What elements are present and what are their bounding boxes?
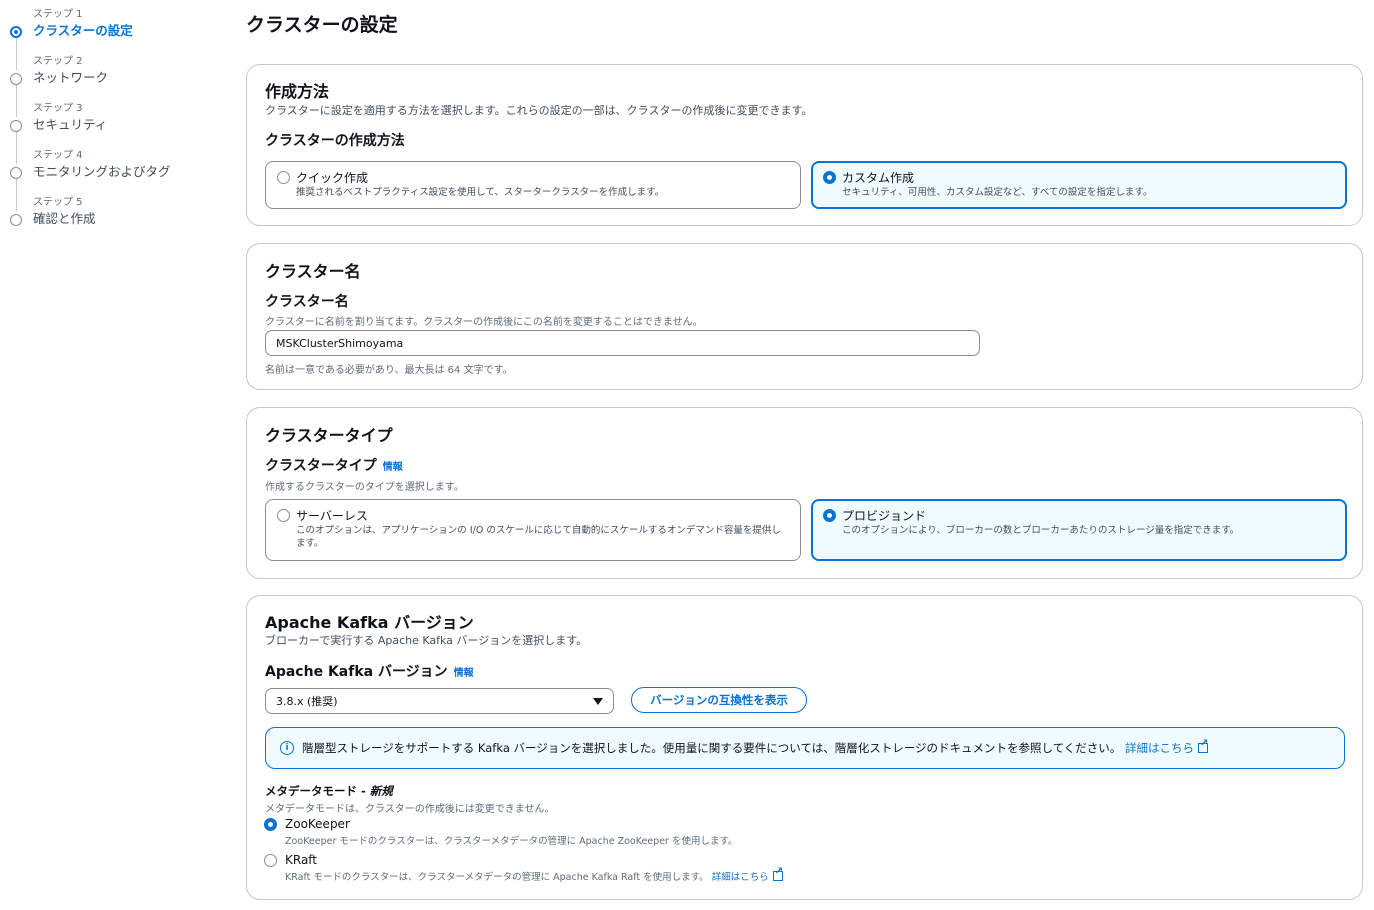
cluster-name-panel: クラスター名 クラスター名 クラスターに名前を割り当てます。クラスターの作成後に…: [246, 243, 1363, 390]
step-number: ステップ 4: [33, 150, 83, 161]
step-number: ステップ 3: [33, 103, 83, 114]
step-pending-icon: [10, 73, 22, 85]
metadata-mode-label: メタデータモード - 新規: [265, 783, 393, 799]
option-description: セキュリティ、可用性、カスタム設定など、すべての設定を指定します。: [842, 187, 1153, 198]
option-title: KRaft: [285, 853, 318, 867]
step-pending-icon: [10, 214, 22, 226]
field-label: クラスタータイプ 情報: [265, 455, 403, 475]
step-title: ネットワーク: [33, 70, 109, 85]
alert-text: 階層型ストレージをサポートする Kafka バージョンを選択しました。使用量に関…: [302, 741, 1122, 755]
option-title: クイック作成: [296, 171, 369, 185]
step-pending-icon: [10, 167, 22, 179]
option-description: 推奨されるベストプラクティス設定を使用して、スタータークラスターを作成します。: [296, 187, 665, 198]
step-number: ステップ 5: [33, 197, 83, 208]
step-review-create[interactable]: ステップ 5 確認と作成: [0, 193, 220, 233]
select-value: 3.8.x (推奨): [276, 695, 338, 708]
panel-description: ブローカーで実行する Apache Kafka バージョンを選択します。: [265, 634, 588, 647]
step-title: モニタリングおよびタグ: [33, 164, 171, 179]
step-current-icon: [10, 26, 22, 38]
field-label-text: クラスタータイプ: [265, 458, 377, 474]
panel-header: クラスター名: [265, 262, 361, 281]
option-title: カスタム作成: [842, 171, 915, 185]
radio-icon[interactable]: [264, 854, 277, 867]
field-description: クラスターに名前を割り当てます。クラスターの作成後にこの名前を変更することはでき…: [265, 317, 703, 328]
option-title: ZooKeeper: [285, 817, 350, 831]
alert-message: 階層型ストレージをサポートする Kafka バージョンを選択しました。使用量に関…: [302, 738, 1208, 756]
radio-icon[interactable]: [277, 171, 290, 184]
provisioned-option[interactable]: プロビジョンド このオプションにより、ブローカーの数とブローカーあたりのストレー…: [811, 499, 1347, 561]
step-cluster-settings[interactable]: ステップ 1 クラスターの設定: [0, 5, 220, 45]
custom-create-option[interactable]: カスタム作成 セキュリティ、可用性、カスタム設定など、すべての設定を指定します。: [811, 161, 1347, 209]
field-label: クラスターの作成方法: [265, 133, 405, 149]
view-compatibility-button[interactable]: バージョンの互換性を表示: [631, 687, 807, 713]
metadata-label-text: メタデータモード -: [265, 784, 370, 798]
caret-down-icon: [593, 698, 603, 705]
radio-icon[interactable]: [277, 509, 290, 522]
option-description: このオプションにより、ブローカーの数とブローカーあたりのストレージ量を指定できま…: [842, 525, 1240, 536]
kafka-version-select[interactable]: 3.8.x (推奨): [265, 688, 614, 714]
creation-method-panel: 作成方法 クラスターに設定を適用する方法を選択します。これらの設定の一部は、クラ…: [246, 64, 1363, 226]
new-badge: 新規: [369, 784, 393, 798]
radio-selected-icon[interactable]: [823, 171, 836, 184]
step-monitoring-tags[interactable]: ステップ 4 モニタリングおよびタグ: [0, 146, 220, 186]
tiered-storage-alert: i 階層型ストレージをサポートする Kafka バージョンを選択しました。使用量…: [265, 727, 1345, 769]
step-network[interactable]: ステップ 2 ネットワーク: [0, 52, 220, 92]
step-title: セキュリティ: [33, 117, 108, 132]
field-description: 作成するクラスターのタイプを選択します。: [265, 482, 464, 493]
field-constraint: 名前は一意である必要があり、最大長は 64 文字です。: [265, 365, 513, 376]
field-label: Apache Kafka バージョン 情報: [265, 661, 474, 681]
option-description-text: KRaft モードのクラスターは、クラスターメタデータの管理に Apache K…: [285, 872, 709, 883]
step-security[interactable]: ステップ 3 セキュリティ: [0, 99, 220, 139]
step-number: ステップ 1: [33, 9, 83, 20]
step-pending-icon: [10, 120, 22, 132]
page-title: クラスターの設定: [246, 14, 398, 36]
option-title: サーバーレス: [296, 509, 368, 523]
panel-description: クラスターに設定を適用する方法を選択します。これらの設定の一部は、クラスターの作…: [265, 104, 813, 117]
step-title: 確認と作成: [33, 211, 96, 226]
panel-header: クラスタータイプ: [265, 426, 393, 445]
field-label-text: Apache Kafka バージョン: [265, 664, 448, 680]
info-link[interactable]: 情報: [383, 462, 403, 473]
info-link[interactable]: 情報: [454, 668, 474, 679]
option-description: ZooKeeper モードのクラスターは、クラスターメタデータの管理に Apac…: [285, 836, 738, 847]
cluster-type-panel: クラスタータイプ クラスタータイプ 情報 作成するクラスターのタイプを選択します。…: [246, 407, 1363, 579]
external-link-icon: [1197, 738, 1208, 753]
learn-more-link[interactable]: 詳細はこちら: [712, 872, 769, 883]
option-description: このオプションは、アプリケーションの I/O のスケールに応じて自動的にスケール…: [296, 525, 781, 549]
serverless-option[interactable]: サーバーレス このオプションは、アプリケーションの I/O のスケールに応じて自…: [265, 499, 801, 561]
kafka-version-panel: Apache Kafka バージョン ブローカーで実行する Apache Kaf…: [246, 595, 1363, 900]
radio-selected-icon[interactable]: [823, 509, 836, 522]
panel-header: 作成方法: [265, 82, 330, 101]
metadata-mode-description: メタデータモードは、クラスターの作成後には変更できません。: [265, 804, 555, 815]
step-number: ステップ 2: [33, 56, 83, 67]
quick-create-option[interactable]: クイック作成 推奨されるベストプラクティス設定を使用して、スタータークラスターを…: [265, 161, 801, 209]
option-title: プロビジョンド: [842, 509, 927, 523]
option-description: KRaft モードのクラスターは、クラスターメタデータの管理に Apache K…: [285, 866, 783, 883]
step-title: クラスターの設定: [33, 23, 133, 38]
cluster-name-input[interactable]: MSKClusterShimoyama: [265, 330, 980, 356]
field-label: クラスター名: [265, 294, 349, 310]
input-value: MSKClusterShimoyama: [276, 336, 404, 350]
external-link-icon: [772, 866, 783, 881]
panel-header: Apache Kafka バージョン: [265, 613, 474, 632]
learn-more-link[interactable]: 詳細はこちら: [1125, 741, 1194, 755]
radio-selected-icon[interactable]: [264, 818, 277, 831]
info-icon: i: [280, 741, 294, 755]
